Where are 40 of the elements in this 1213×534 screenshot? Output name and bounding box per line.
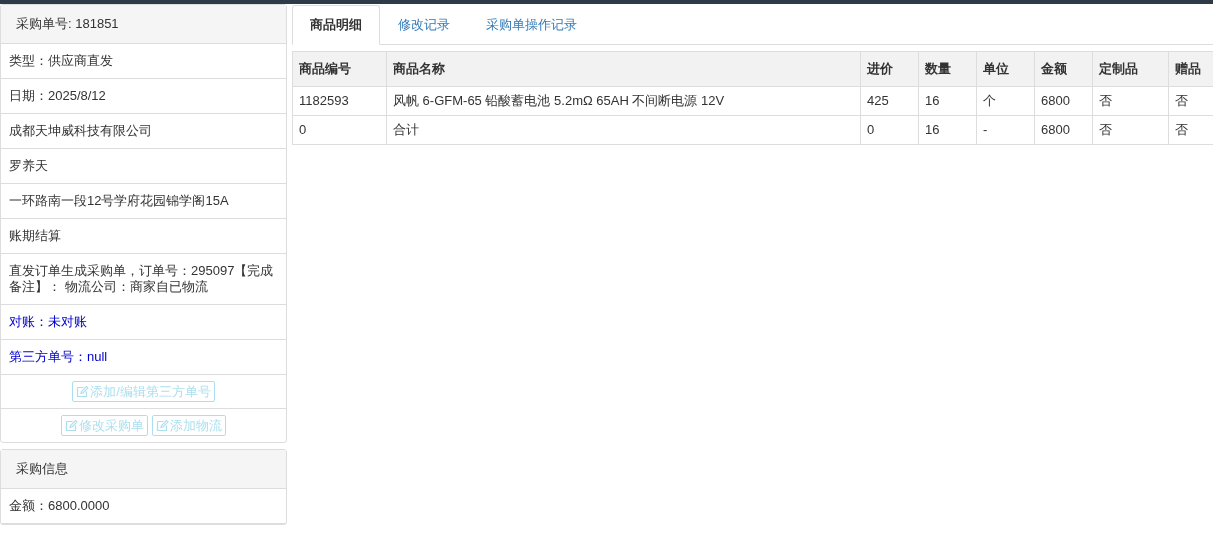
table-cell: 6800 [1034,86,1093,116]
table-cell: 16 [918,115,977,145]
column-header: 商品名称 [386,51,861,87]
table-cell: 合计 [386,115,861,145]
info-row: 日期：2025/8/12 [1,79,286,114]
table-cell: 0 [292,115,387,145]
column-header: 商品编号 [292,51,387,87]
column-header: 赠品 [1168,51,1213,87]
column-header: 定制品 [1092,51,1169,87]
info-row: 第三方单号：null [1,340,286,375]
column-header: 单位 [976,51,1035,87]
panel-title: 采购单号: 181851 [1,5,286,44]
info-row: 金额：6800.0000 [1,489,286,524]
table-cell: - [976,115,1035,145]
tab[interactable]: 商品明细 [292,5,380,45]
edit-icon [65,419,78,432]
column-header: 进价 [860,51,919,87]
edit-icon [76,385,90,398]
info-row: 一环路南一段12号学府花园锦学阁15A [1,184,286,219]
info-row: 直发订单生成采购单，订单号：295097【完成备注】： 物流公司：商家自已物流 [1,254,286,305]
table-cell: 425 [860,86,919,116]
edit-icon [156,419,169,432]
table-cell: 否 [1092,115,1169,145]
table-cell: 1182593 [292,86,387,116]
table-cell: 6800 [1034,115,1093,145]
info-row: 对账：未对账 [1,305,286,340]
table-cell: 风帆 6-GFM-65 铅酸蓄电池 5.2mΩ 65AH 不间断电源 12V [386,86,861,116]
info-row: 账期结算 [1,219,286,254]
info-row: 罗养天 [1,149,286,184]
table-cell: 否 [1092,86,1169,116]
column-header: 金额 [1034,51,1093,87]
info-row: 成都天坤威科技有限公司 [1,114,286,149]
table-cell: 个 [976,86,1035,116]
table-cell: 16 [918,86,977,116]
table-cell: 0 [860,115,919,145]
tab[interactable]: 修改记录 [380,5,468,45]
panel-title: 采购信息 [1,450,286,489]
column-header: 数量 [918,51,977,87]
info-row: 类型：供应商直发 [1,44,286,79]
tab[interactable]: 采购单操作记录 [468,5,595,45]
